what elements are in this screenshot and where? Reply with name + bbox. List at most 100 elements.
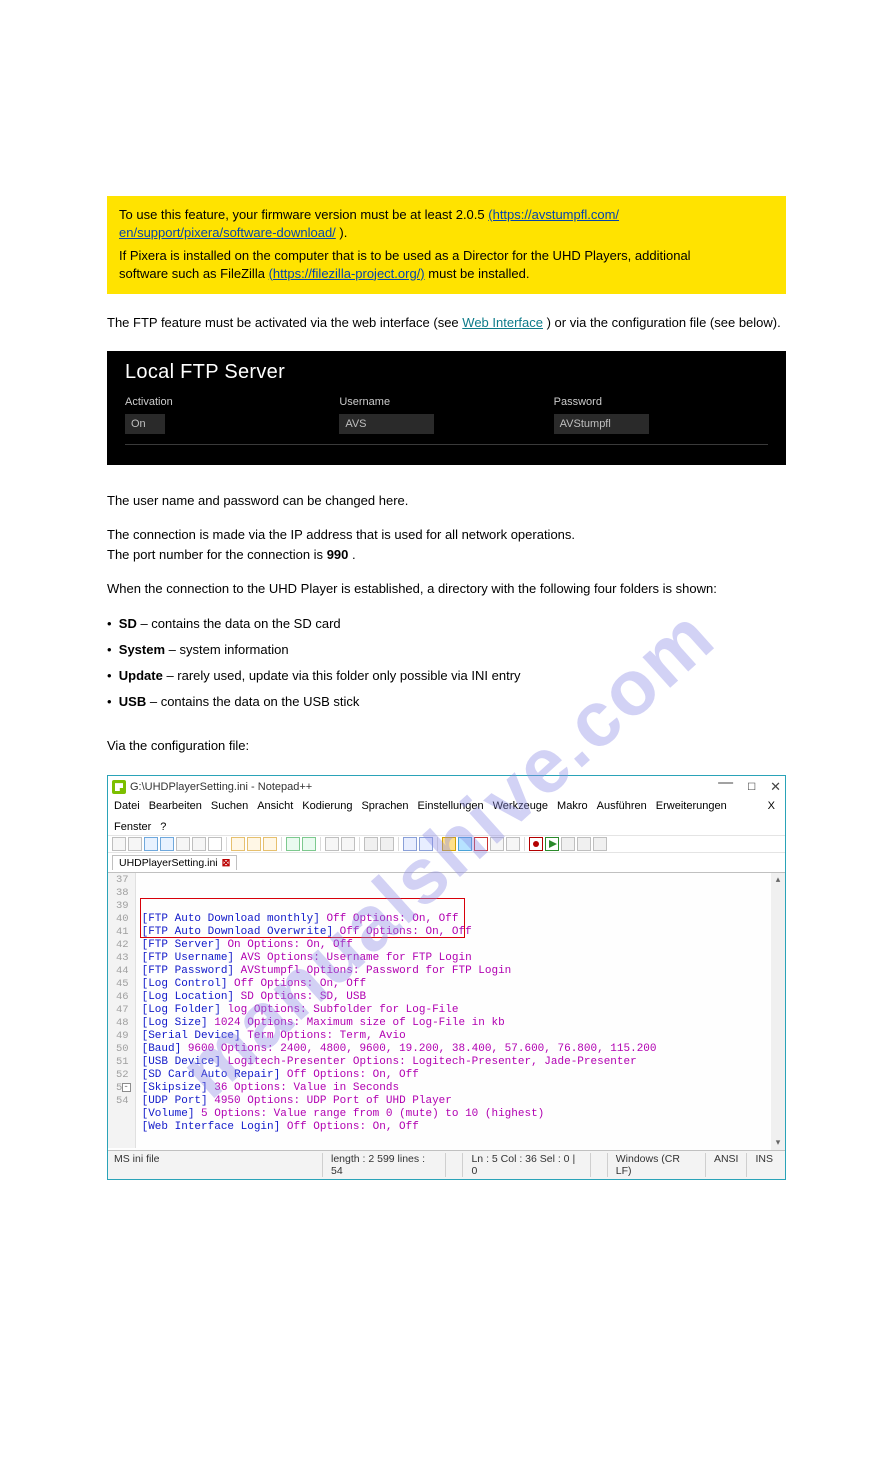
code-line[interactable]: [Log Control] Off Options: On, Off [142, 978, 781, 991]
toolbar-folder-icon[interactable] [490, 837, 504, 851]
menu-fenster[interactable]: Fenster [114, 821, 151, 833]
code-line[interactable] [142, 1134, 781, 1147]
file-tab[interactable]: UHDPlayerSetting.ini ⊠ [112, 855, 237, 870]
toolbar-save-icon[interactable] [144, 837, 158, 851]
menu-sprachen[interactable]: Sprachen [361, 800, 408, 812]
toolbar-copy-icon[interactable] [247, 837, 261, 851]
window-titlebar[interactable]: G:\UHDPlayerSetting.ini - Notepad++ — ☐ … [108, 776, 785, 798]
scroll-down-icon[interactable]: ▾ [771, 1136, 785, 1150]
menu-erweiterungen[interactable]: Erweiterungen [656, 800, 727, 812]
code-line[interactable]: [Log Size] 1024 Options: Maximum size of… [142, 1017, 781, 1030]
note-text: To use this feature, your firmware versi… [119, 207, 452, 222]
toolbar-open-icon[interactable] [128, 837, 142, 851]
fold-icon[interactable]: - [122, 1083, 131, 1092]
toolbar-savemc-icon[interactable] [577, 837, 591, 851]
menu-datei[interactable]: Datei [114, 800, 140, 812]
under-pre: The FTP feature must be activated via th… [107, 315, 462, 330]
close-button[interactable]: ✕ [770, 779, 781, 795]
menu-ausführen[interactable]: Ausführen [597, 800, 647, 812]
toolbar-replace-icon[interactable] [341, 837, 355, 851]
toolbar-play-icon[interactable] [545, 837, 559, 851]
toolbar-wrap-icon[interactable] [419, 837, 433, 851]
toolbar-closeall-icon[interactable] [192, 837, 206, 851]
menu-makro[interactable]: Makro [557, 800, 588, 812]
secondary-close-button[interactable]: X [768, 800, 779, 833]
editor-area[interactable]: 373839404142434445464748495051525354 [FT… [108, 873, 785, 1150]
code-line[interactable]: [Serial Device] Term Options: Term, Avio [142, 1030, 781, 1043]
code-line[interactable]: [USB Device] Logitech-Presenter Options:… [142, 1056, 781, 1069]
toolbar-doc-icon[interactable] [506, 837, 520, 851]
menu-bearbeiten[interactable]: Bearbeiten [149, 800, 202, 812]
activation-field[interactable]: On [125, 414, 165, 434]
download-link-1[interactable]: (https://avstumpfl.com/ [488, 207, 619, 222]
toolbar-hl1-icon[interactable] [442, 837, 456, 851]
toolbar-sep [398, 837, 399, 851]
code-line[interactable]: [FTP Password] AVStumpfl Options: Passwo… [142, 965, 781, 978]
vertical-scrollbar[interactable]: ▴ ▾ [771, 873, 785, 1150]
tab-close-icon[interactable]: ⊠ [222, 857, 231, 869]
menu-suchen[interactable]: Suchen [211, 800, 248, 812]
toolbar-cut-icon[interactable] [231, 837, 245, 851]
toolbar-close-icon[interactable] [176, 837, 190, 851]
panel-title: Local FTP Server [125, 361, 768, 384]
code-content[interactable]: [FTP Auto Download monthly] Off Options:… [136, 873, 785, 1148]
code-line[interactable]: [Volume] 5 Options: Value range from 0 (… [142, 1108, 781, 1121]
code-line[interactable]: [Baud] 9600 Options: 2400, 4800, 9600, 1… [142, 1043, 781, 1056]
username-field[interactable]: AVS [339, 414, 434, 434]
toolbar-play2-icon[interactable] [561, 837, 575, 851]
toolbar-print-icon[interactable] [208, 837, 222, 851]
code-line[interactable]: [SD Card Auto Repair] Off Options: On, O… [142, 1069, 781, 1082]
folder-bullet: • Update – rarely used, update via this … [107, 666, 786, 686]
menu-ansicht[interactable]: Ansicht [257, 800, 293, 812]
code-line[interactable]: [FTP Server] On Options: On, Off [142, 939, 781, 952]
password-label: Password [554, 396, 768, 408]
toolbar-paste-icon[interactable] [263, 837, 277, 851]
status-position: Ln : 5 Col : 36 Sel : 0 | 0 [462, 1153, 589, 1177]
folder-bullet: • SD – contains the data on the SD card [107, 614, 786, 634]
scroll-up-icon[interactable]: ▴ [771, 873, 785, 887]
code-line[interactable]: [FTP Auto Download monthly] Off Options:… [142, 913, 781, 926]
app-icon [112, 780, 126, 794]
code-line[interactable]: [Log Folder] log Options: Subfolder for … [142, 1004, 781, 1017]
notepad-window: G:\UHDPlayerSetting.ini - Notepad++ — ☐ … [107, 775, 786, 1180]
code-line[interactable]: [Skipsize] 36 Options: Value in Seconds [142, 1082, 781, 1095]
code-line[interactable]: [UDP Port] 4950 Options: UDP Port of UHD… [142, 1095, 781, 1108]
toolbar-sep [437, 837, 438, 851]
toolbar-zoomin-icon[interactable] [364, 837, 378, 851]
min-version: 2.0.5 [456, 207, 485, 222]
menu-werkzeuge[interactable]: Werkzeuge [493, 800, 548, 812]
toolbar-record-icon[interactable] [529, 837, 543, 851]
toolbar-redo-icon[interactable] [302, 837, 316, 851]
toolbar-hl2-icon[interactable] [458, 837, 472, 851]
filezilla-link[interactable]: (https://filezilla-project.org/) [269, 266, 425, 281]
toolbar-new-icon[interactable] [112, 837, 126, 851]
menu-?[interactable]: ? [160, 821, 166, 833]
toolbar-undo-icon[interactable] [286, 837, 300, 851]
password-field[interactable]: AVStumpfl [554, 414, 649, 434]
folder-list: • SD – contains the data on the SD card •… [107, 614, 786, 713]
maximize-button[interactable]: ☐ [747, 782, 756, 793]
toolbar-func-icon[interactable] [474, 837, 488, 851]
under-info-text: The FTP feature must be activated via th… [107, 314, 786, 333]
toolbar-saveall-icon[interactable] [160, 837, 174, 851]
download-link-2[interactable]: en/support/pixera/software-download/ [119, 225, 336, 240]
toolbar-sync-icon[interactable] [403, 837, 417, 851]
code-line[interactable]: [FTP Username] AVS Options: Username for… [142, 952, 781, 965]
code-line[interactable]: [Log Location] SD Options: SD, USB [142, 991, 781, 1004]
code-line[interactable]: [FTP Auto Download Overwrite] Off Option… [142, 926, 781, 939]
toolbar-more-icon[interactable] [593, 837, 607, 851]
code-line[interactable]: [Web Interface Login] Off Options: On, O… [142, 1121, 781, 1134]
note-post: ). [339, 225, 347, 240]
toolbar-find-icon[interactable] [325, 837, 339, 851]
menu-einstellungen[interactable]: Einstellungen [418, 800, 484, 812]
status-eol: Windows (CR LF) [607, 1153, 705, 1177]
minimize-button[interactable]: — [718, 779, 733, 787]
status-encoding: ANSI [705, 1153, 747, 1177]
toolbar [108, 835, 785, 853]
activation-label: Activation [125, 396, 339, 408]
tab-label: UHDPlayerSetting.ini [119, 857, 218, 869]
web-interface-link[interactable]: Web Interface [462, 315, 543, 330]
toolbar-sep [524, 837, 525, 851]
menu-kodierung[interactable]: Kodierung [302, 800, 352, 812]
toolbar-zoomout-icon[interactable] [380, 837, 394, 851]
